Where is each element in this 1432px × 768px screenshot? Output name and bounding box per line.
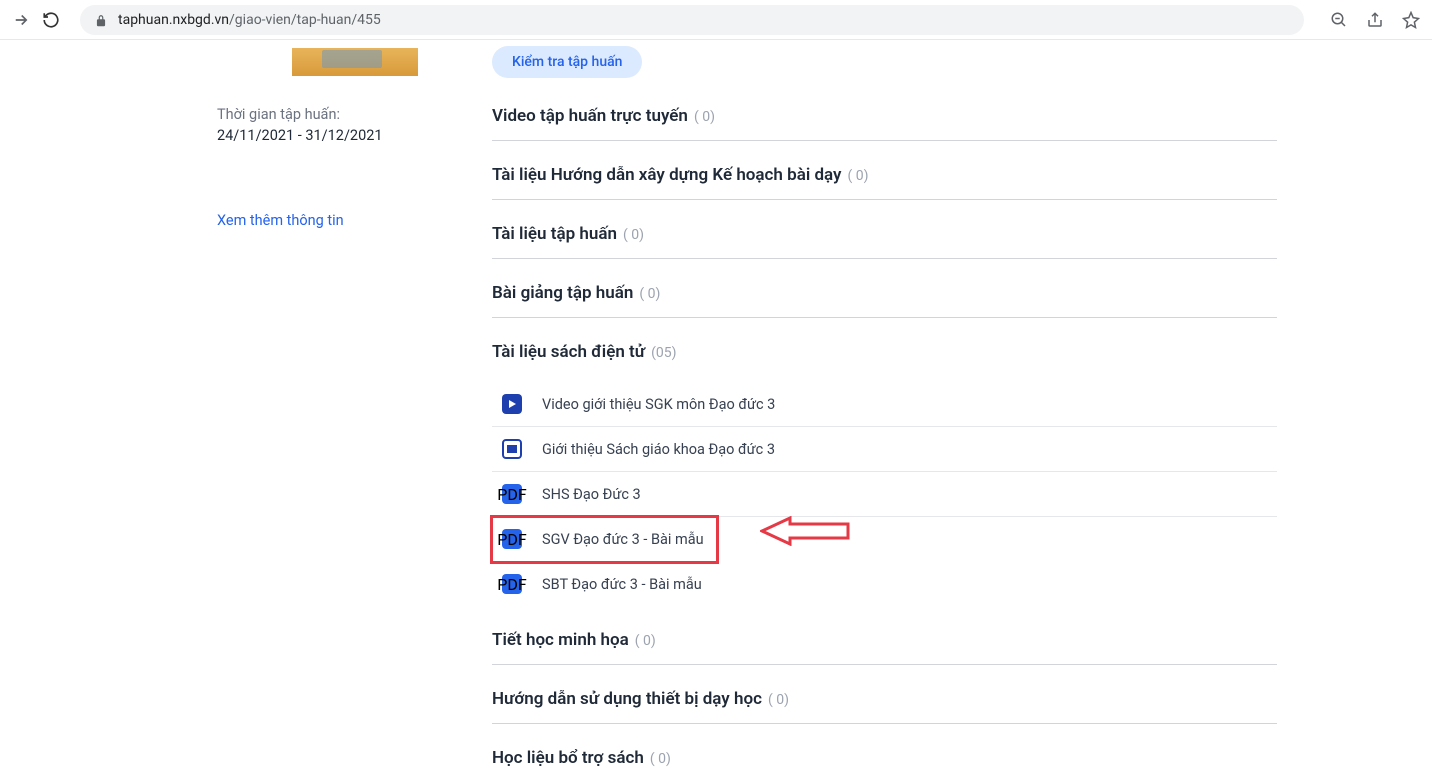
exam-check-button[interactable]: Kiểm tra tập huấn <box>492 46 642 78</box>
url-text: taphuan.nxbgd.vn/giao-vien/tap-huan/455 <box>118 12 381 28</box>
resource-item-slide-intro[interactable]: Giới thiệu Sách giáo khoa Đạo đức 3 <box>492 427 1277 472</box>
section-count: ( 0) <box>623 227 644 243</box>
view-more-link[interactable]: Xem thêm thông tin <box>217 212 444 229</box>
section-supplementary-materials[interactable]: Học liệu bổ trợ sách ( 0) <box>492 748 1277 768</box>
resource-item-sbt[interactable]: PDF SBT Đạo đức 3 - Bài mẫu <box>492 562 1277 606</box>
video-icon <box>502 394 522 414</box>
section-count: (05) <box>651 345 676 361</box>
section-video-training[interactable]: Video tập huấn trực tuyến ( 0) <box>492 106 1277 141</box>
section-training-lectures[interactable]: Bài giảng tập huấn ( 0) <box>492 283 1277 318</box>
page-content: Thời gian tập huấn: 24/11/2021 - 31/12/2… <box>0 40 1432 768</box>
section-title: Hướng dẫn sử dụng thiết bị dạy học <box>492 689 762 709</box>
zoom-icon[interactable] <box>1330 11 1348 29</box>
section-title: Bài giảng tập huấn <box>492 283 633 303</box>
resource-item-shs[interactable]: PDF SHS Đạo Đức 3 <box>492 472 1277 517</box>
section-count: ( 0) <box>848 168 869 184</box>
section-title: Tài liệu tập huấn <box>492 224 617 244</box>
course-thumbnail[interactable] <box>292 48 418 76</box>
forward-arrow-icon[interactable] <box>12 11 30 29</box>
pdf-icon: PDF <box>502 484 522 504</box>
star-icon[interactable] <box>1402 11 1420 29</box>
url-path: /giao-vien/tap-huan/455 <box>229 12 381 28</box>
section-lesson-plan-guide[interactable]: Tài liệu Hướng dẫn xây dựng Kế hoạch bài… <box>492 165 1277 200</box>
section-title: Tài liệu sách điện tử <box>492 342 645 362</box>
training-time-value: 24/11/2021 - 31/12/2021 <box>217 127 444 144</box>
resource-item-video-intro[interactable]: Video giới thiệu SGK môn Đạo đức 3 <box>492 382 1277 427</box>
section-count: ( 0) <box>694 109 715 125</box>
section-title: Tài liệu Hướng dẫn xây dựng Kế hoạch bài… <box>492 165 842 185</box>
browser-toolbar: taphuan.nxbgd.vn/giao-vien/tap-huan/455 <box>0 0 1432 40</box>
section-equipment-guide[interactable]: Hướng dẫn sử dụng thiết bị dạy học ( 0) <box>492 689 1277 724</box>
section-ebook-materials: Tài liệu sách điện tử (05) Video giới th… <box>492 342 1277 606</box>
url-domain: taphuan.nxbgd.vn <box>118 12 229 28</box>
pdf-icon: PDF <box>502 574 522 594</box>
section-count: ( 0) <box>768 692 789 708</box>
browser-actions <box>1330 11 1420 29</box>
section-count: ( 0) <box>639 286 660 302</box>
section-title: Học liệu bổ trợ sách <box>492 748 644 768</box>
reload-icon[interactable] <box>42 11 60 29</box>
resource-label: SGV Đạo đức 3 - Bài mẫu <box>542 531 704 548</box>
share-icon[interactable] <box>1366 11 1384 29</box>
resource-label: Video giới thiệu SGK môn Đạo đức 3 <box>542 396 775 413</box>
section-demo-lesson[interactable]: Tiết học minh họa ( 0) <box>492 630 1277 665</box>
resource-label: SHS Đạo Đức 3 <box>542 486 641 503</box>
pdf-icon: PDF <box>502 529 522 549</box>
section-title: Video tập huấn trực tuyến <box>492 106 688 126</box>
address-bar[interactable]: taphuan.nxbgd.vn/giao-vien/tap-huan/455 <box>80 5 1304 35</box>
section-title: Tiết học minh họa <box>492 630 629 650</box>
resource-label: SBT Đạo đức 3 - Bài mẫu <box>542 576 702 593</box>
sidebar: Thời gian tập huấn: 24/11/2021 - 31/12/2… <box>0 44 492 768</box>
training-time-label: Thời gian tập huấn: <box>217 106 444 123</box>
slide-icon <box>502 439 522 459</box>
resource-label: Giới thiệu Sách giáo khoa Đạo đức 3 <box>542 441 775 458</box>
section-count: ( 0) <box>650 751 671 767</box>
lock-icon <box>94 13 108 27</box>
section-count: ( 0) <box>635 633 656 649</box>
resource-item-sgv[interactable]: PDF SGV Đạo đức 3 - Bài mẫu <box>492 517 717 562</box>
main-content: Kiểm tra tập huấn Video tập huấn trực tu… <box>492 44 1432 768</box>
section-training-materials[interactable]: Tài liệu tập huấn ( 0) <box>492 224 1277 259</box>
resource-list: Video giới thiệu SGK môn Đạo đức 3 Giới … <box>492 382 1277 606</box>
